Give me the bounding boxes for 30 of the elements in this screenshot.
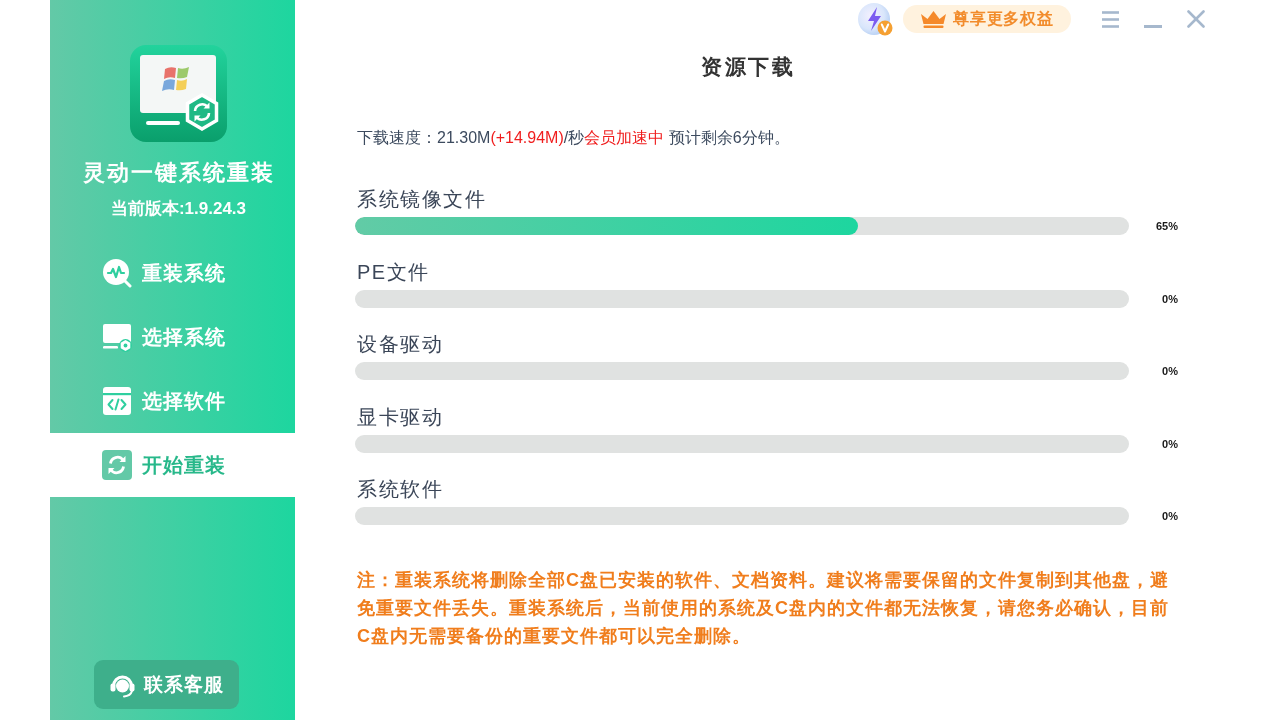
page-title: 资源下载 (701, 54, 795, 80)
crown-icon (920, 10, 947, 28)
progress-percent: 0% (1162, 364, 1178, 378)
code-window-icon (102, 386, 132, 416)
progress-percent: 0% (1162, 291, 1178, 306)
sidebar-menu-item[interactable]: 开始重装 (50, 433, 295, 497)
download-item-name: 设备驱动 (356, 332, 443, 356)
monitor-gear-icon (102, 322, 132, 352)
download-item-name: 显卡驱动 (356, 404, 443, 429)
minimize-icon[interactable] (1144, 24, 1162, 28)
progress-percent: 0% (1162, 436, 1178, 451)
vip-benefits-button[interactable]: 尊享更多权益 (903, 5, 1071, 33)
progress-percent: 65% (1155, 219, 1178, 233)
progress-percent: 0% (1162, 509, 1178, 523)
lightning-badge-icon[interactable] (857, 2, 893, 36)
sidebar-menu-item[interactable]: 重装系统 (50, 241, 295, 305)
download-item-name: 系统软件 (356, 477, 443, 501)
version-text: 当前版本:1.9.24.3 (110, 198, 247, 220)
sidebar-menu-item[interactable]: 选择系统 (50, 305, 295, 369)
pulse-chat-icon (102, 258, 132, 288)
app-name: 灵动一键系统重装 (82, 159, 275, 187)
download-item-name: 系统镜像文件 (356, 187, 486, 211)
sidebar-menu-item[interactable]: 选择软件 (50, 369, 295, 433)
download-speed-text: 下载速度：21.30M(+14.94M)/秒会员加速中 预计剩余6分钟。 (357, 128, 790, 148)
close-icon[interactable] (1187, 10, 1205, 28)
download-item-name: PE文件 (356, 259, 430, 284)
menu-icon[interactable] (1102, 10, 1119, 28)
warning-note: 注：重装系统将删除全部C盘已安装的软件、文档资料。建议将需要保留的文件复制到其他盘，避免重要文件丢失。重装系统后，当前使用的系统及C盘内的文件都无法恢复，请您务必确认，目前C盘内无需要备份的重要文件都可以完全删除。 (357, 569, 1170, 648)
contact-support-button[interactable]: 联系客服 (94, 660, 239, 709)
refresh-icon (102, 450, 132, 480)
